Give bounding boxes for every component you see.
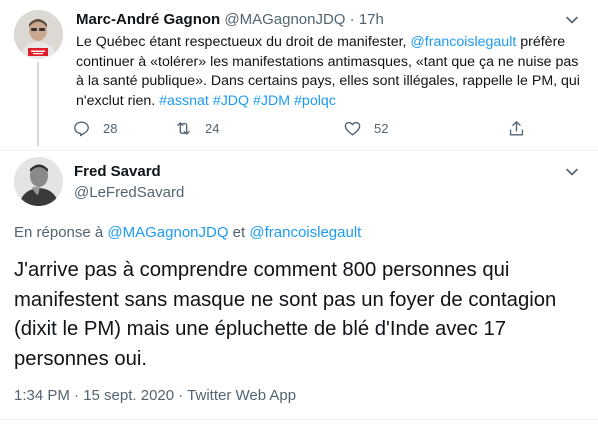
author-name[interactable]: Fred Savard bbox=[74, 162, 161, 182]
share-button[interactable] bbox=[507, 116, 538, 140]
retweet-icon bbox=[177, 121, 190, 135]
tweet-text: J'arrive pas à comprendre comment 800 pe… bbox=[14, 259, 557, 370]
replying-to: En réponse à @MAGagnonJDQ et @francoisle… bbox=[14, 223, 361, 243]
reply-icon bbox=[74, 120, 89, 136]
tweet-parent[interactable]: Marc-André Gagnon @MAGagnonJDQ · 17h Le … bbox=[0, 0, 598, 150]
reply-button[interactable]: 28 bbox=[72, 116, 117, 140]
author-name[interactable]: Marc-André Gagnon bbox=[76, 11, 220, 28]
tweet-time[interactable]: 17h bbox=[359, 11, 384, 28]
reply-prefix: En réponse à bbox=[14, 224, 108, 241]
header-separator: · bbox=[349, 11, 355, 28]
tweet-header: Marc-André Gagnon @MAGagnonJDQ · 17h bbox=[76, 10, 384, 30]
reply-mention-2[interactable]: @francoislegault bbox=[249, 224, 361, 241]
reply-mention-1[interactable]: @MAGagnonJDQ bbox=[107, 224, 228, 241]
like-count: 52 bbox=[374, 120, 389, 136]
tweet-link[interactable]: #assnat bbox=[159, 93, 209, 109]
thread-connector-line bbox=[37, 62, 39, 146]
tweet-text-segment: Le Québec étant respectueux du droit de … bbox=[76, 34, 411, 50]
like-icon bbox=[344, 121, 361, 136]
tweet-actions: 28 24 52 bbox=[70, 116, 550, 140]
divider bbox=[0, 419, 598, 420]
chevron-down-icon[interactable] bbox=[564, 164, 580, 180]
chevron-down-icon[interactable] bbox=[564, 12, 580, 28]
share-icon bbox=[509, 120, 524, 136]
tweet-text: Le Québec étant respectueux du droit de … bbox=[76, 33, 581, 111]
author-handle[interactable]: @MAGagnonJDQ bbox=[224, 11, 345, 28]
author-handle[interactable]: @LeFredSavard bbox=[74, 183, 184, 203]
tweet-timestamp[interactable]: 1:34 PM · 15 sept. 2020 · Twitter Web Ap… bbox=[14, 386, 296, 406]
divider bbox=[0, 150, 598, 151]
tweet-link[interactable]: #polqc bbox=[294, 93, 336, 109]
avatar-fred-savard[interactable] bbox=[14, 157, 63, 206]
tweet-link[interactable]: @francoislegault bbox=[410, 34, 516, 50]
retweet-button[interactable]: 24 bbox=[174, 116, 219, 140]
reply-and: et bbox=[228, 224, 250, 241]
like-button[interactable]: 52 bbox=[343, 116, 388, 140]
reply-count: 28 bbox=[103, 120, 118, 136]
avatar-marc-andre[interactable] bbox=[14, 10, 63, 59]
tweet-link[interactable]: #JDQ bbox=[213, 93, 249, 109]
retweet-count: 24 bbox=[205, 120, 220, 136]
tweet-link[interactable]: #JDM bbox=[253, 93, 290, 109]
